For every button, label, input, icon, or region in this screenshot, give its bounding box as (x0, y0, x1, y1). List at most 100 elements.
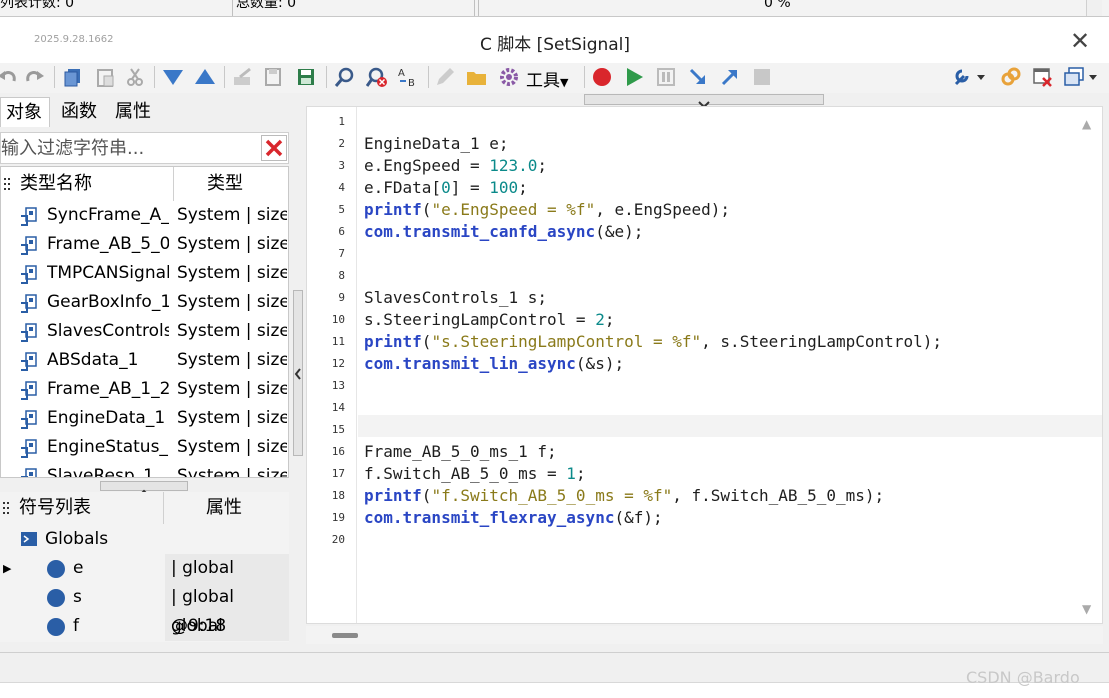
triangle-down-icon (163, 70, 183, 85)
window-menu-button[interactable] (1062, 64, 1102, 90)
filter-input[interactable] (1, 136, 251, 160)
step-into-button[interactable] (685, 64, 711, 90)
folder-icon (467, 72, 486, 85)
table-splitter[interactable] (100, 481, 188, 497)
column-header-type[interactable]: 类型 (207, 167, 287, 201)
close-button[interactable]: ✕ (1066, 28, 1094, 56)
line-number: 12 (331, 357, 345, 370)
code-line[interactable]: s.SteeringLampControl = 2; (364, 310, 614, 329)
save-as-button[interactable] (262, 64, 288, 90)
code-line[interactable]: com.transmit_canfd_async(&e); (364, 222, 643, 241)
window-close-icon (1033, 68, 1052, 87)
filter-clear-button[interactable] (261, 135, 287, 161)
table-row[interactable]: EngineData_1 System | size (1, 404, 288, 433)
horizontal-scrollbar[interactable] (306, 626, 1103, 644)
filter-box (0, 132, 289, 164)
window-restore-icon (1064, 67, 1097, 86)
stop-button[interactable] (749, 64, 775, 90)
step-out-button[interactable] (717, 64, 743, 90)
record-icon (593, 68, 611, 86)
type-name-cell: ABSdata_1 (47, 350, 139, 370)
settings-button[interactable] (496, 64, 522, 90)
table-row[interactable]: SyncFrame_A_1 System | size (1, 201, 288, 230)
code-line[interactable]: printf("s.SteeringLampControl = %f", s.S… (364, 332, 942, 351)
code-line[interactable]: e.FData[0] = 100; (364, 178, 528, 197)
strip-scroll-button[interactable] (1086, 0, 1102, 16)
tab-functions[interactable]: 函数 (56, 97, 102, 127)
run-button[interactable] (621, 64, 647, 90)
move-up-button[interactable] (192, 64, 218, 90)
symbol-row[interactable]: f global @16:19 (0, 612, 289, 641)
move-down-button[interactable] (160, 64, 186, 90)
play-icon (627, 68, 643, 86)
column-options-icon[interactable] (3, 167, 15, 201)
stop-icon (754, 69, 770, 85)
table-row[interactable]: SlavesControls_ System | size (1, 317, 288, 346)
symbol-name: s (73, 587, 82, 607)
export-button[interactable] (230, 64, 256, 90)
code-line[interactable]: SlavesControls_1 s; (364, 288, 547, 307)
column-header-symbol-list[interactable]: 符号列表 (19, 492, 159, 524)
paste-button[interactable] (92, 64, 118, 90)
table-row[interactable]: SlaveResp_1 System | size (1, 462, 288, 477)
table-row[interactable]: EngineStatus_1 System | size (1, 433, 288, 462)
line-number: 8 (338, 269, 345, 282)
copy-button[interactable] (60, 64, 86, 90)
symbol-attribute: global @16:19 (171, 616, 223, 636)
symbol-row[interactable]: s | global @9:18 (0, 583, 289, 641)
scroll-down-button[interactable]: ▼ (1082, 602, 1091, 616)
cut-button[interactable] (122, 64, 148, 90)
code-editor[interactable]: 1 2 3 4 5 6 7 8 9 10 11 12 13 14 15 16 17 18 19 20 EngineDa… (306, 106, 1103, 624)
column-header-attribute[interactable]: 属性 (206, 492, 286, 524)
arrow-down-right-icon (689, 68, 705, 84)
link-button[interactable] (998, 64, 1024, 90)
wrench-icon (954, 69, 985, 86)
code-line[interactable]: f.Switch_AB_5_0_ms = 1; (364, 464, 586, 483)
open-folder-button[interactable] (464, 64, 490, 90)
code-line[interactable]: com.transmit_flexray_async(&f); (364, 508, 663, 527)
table-row[interactable]: Frame_AB_1_25_ System | size (1, 375, 288, 404)
scroll-up-button[interactable]: ▲ (1082, 117, 1091, 131)
code-line[interactable]: Frame_AB_5_0_ms_1 f; (364, 442, 557, 461)
scroll-thumb[interactable] (332, 633, 358, 638)
table-row[interactable]: ABSdata_1 System | size (1, 346, 288, 375)
edit-button[interactable] (432, 64, 458, 90)
code-line[interactable]: printf("e.EngSpeed = %f", e.EngSpeed); (364, 200, 730, 219)
editor-splitter[interactable] (584, 94, 824, 109)
table-row[interactable]: GearBoxInfo_1 System | size (1, 288, 288, 317)
version-label: 2025.9.28.1662 (34, 34, 114, 45)
type-cell: System | size (177, 263, 287, 283)
find-clear-button[interactable] (364, 64, 390, 90)
record-button[interactable] (589, 64, 615, 90)
code-line[interactable]: printf("f.Switch_AB_5_0_ms = %f", f.Swit… (364, 486, 884, 505)
line-number: 16 (331, 445, 345, 458)
paste-icon (97, 69, 114, 87)
line-number: 9 (338, 291, 345, 304)
code-line[interactable]: e.EngSpeed = 123.0; (364, 156, 547, 175)
tools-menu[interactable]: 工具▼ (526, 66, 568, 91)
tab-properties[interactable]: 属性 (110, 97, 156, 127)
struct-icon (21, 236, 37, 255)
replace-button[interactable]: AB (396, 64, 422, 90)
panel-splitter[interactable] (293, 290, 303, 456)
type-cell: System | size (177, 408, 287, 428)
save-button[interactable] (294, 64, 320, 90)
table-row[interactable]: Frame_AB_5_0_r System | size (1, 230, 288, 259)
table-row[interactable]: TMPCANSignal System | size (1, 259, 288, 288)
find-button[interactable] (332, 64, 358, 90)
close-all-button[interactable] (1030, 64, 1056, 90)
undo-button[interactable] (0, 64, 20, 90)
code-line[interactable]: EngineData_1 e; (364, 134, 509, 153)
symbol-column-options-icon[interactable] (2, 492, 14, 524)
pause-button[interactable] (653, 64, 679, 90)
link-icon (1001, 67, 1021, 86)
redo-button[interactable] (22, 64, 48, 90)
code-line[interactable]: com.transmit_lin_async(&s); (364, 354, 624, 373)
current-line-highlight (358, 415, 1102, 437)
wrench-menu-button[interactable] (952, 64, 988, 90)
globals-group[interactable]: Globals (0, 525, 289, 554)
struct-icon (21, 468, 37, 477)
column-header-type-name[interactable]: 类型名称 (20, 167, 170, 201)
symbol-row[interactable]: ▶e| global @2:14 (0, 554, 289, 612)
tab-objects[interactable]: 对象 (0, 97, 50, 127)
